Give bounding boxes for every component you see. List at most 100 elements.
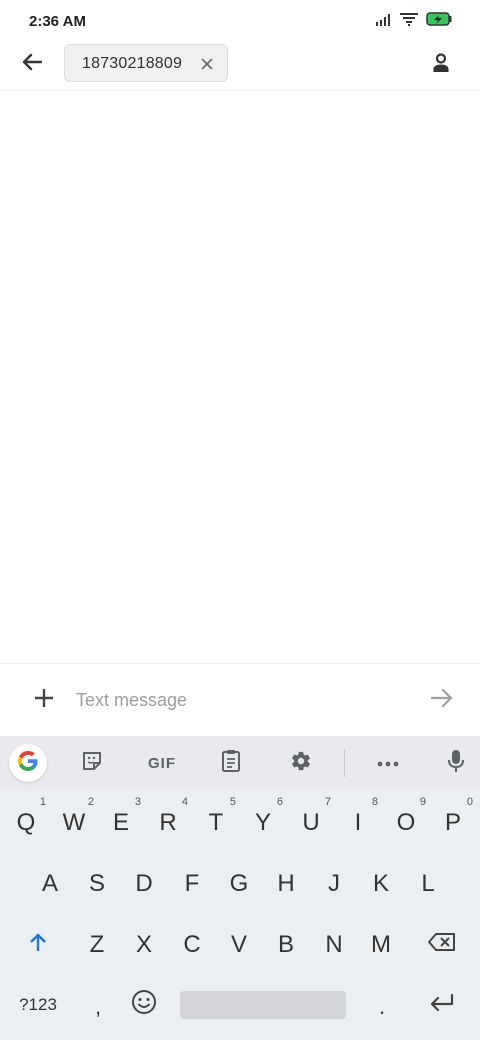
gear-icon	[290, 750, 312, 777]
gif-label: GIF	[148, 754, 176, 772]
sticker-button[interactable]	[74, 746, 110, 780]
key-i[interactable]: I8	[334, 796, 382, 848]
symbols-key[interactable]: ?123	[8, 980, 68, 1030]
person-icon	[432, 52, 450, 78]
key-a[interactable]: A	[26, 859, 74, 909]
key-d[interactable]: D	[120, 859, 168, 909]
key-label: X	[135, 931, 152, 958]
key-hint: 7	[324, 796, 331, 808]
key-x[interactable]: X	[120, 920, 168, 970]
space-key[interactable]	[180, 991, 346, 1019]
key-p[interactable]: P0	[429, 796, 477, 848]
toolbar-separator	[344, 749, 345, 777]
clipboard-icon	[221, 749, 241, 778]
key-n[interactable]: N	[310, 920, 358, 970]
message-thread[interactable]	[0, 91, 480, 663]
key-q[interactable]: Q1	[2, 796, 50, 848]
key-h[interactable]: H	[262, 859, 310, 909]
clipboard-button[interactable]	[213, 746, 249, 780]
key-o[interactable]: O9	[382, 796, 430, 848]
key-k[interactable]: K	[357, 859, 405, 909]
contact-button[interactable]	[426, 50, 456, 80]
key-label: H	[277, 870, 295, 897]
key-label: V	[230, 931, 247, 958]
key-hint: 6	[276, 796, 283, 808]
key-label: B	[277, 931, 294, 958]
message-input[interactable]	[76, 686, 396, 714]
key-label: E	[112, 809, 129, 836]
key-r[interactable]: R4	[144, 796, 192, 848]
key-s[interactable]: S	[73, 859, 121, 909]
key-label: M	[371, 931, 391, 958]
key-f[interactable]: F	[168, 859, 216, 909]
emoji-icon	[131, 989, 157, 1022]
close-icon[interactable]	[197, 54, 217, 74]
status-icons	[376, 12, 452, 31]
key-label: C	[183, 931, 201, 958]
key-label: T	[208, 809, 224, 836]
emoji-key[interactable]	[120, 980, 168, 1030]
key-w[interactable]: W2	[50, 796, 98, 848]
conversation-header: 18730218809	[0, 42, 480, 90]
key-label: Q	[16, 809, 36, 836]
key-hint: 8	[371, 796, 378, 808]
shift-icon	[28, 931, 48, 959]
key-label: S	[88, 870, 105, 897]
key-label: ,	[94, 994, 102, 1019]
key-e[interactable]: E3	[97, 796, 145, 848]
key-label: Y	[254, 809, 271, 836]
sticker-icon	[81, 750, 103, 777]
more-icon	[377, 754, 399, 772]
key-hint: 0	[466, 796, 473, 808]
key-label: .	[378, 994, 386, 1019]
key-label: L	[421, 870, 435, 897]
key-c[interactable]: C	[168, 920, 216, 970]
period-key[interactable]: .	[358, 982, 406, 1032]
comma-key[interactable]: ,	[74, 982, 122, 1032]
key-t[interactable]: T5	[192, 796, 240, 848]
key-label: O	[396, 809, 416, 836]
gif-button[interactable]: GIF	[142, 746, 182, 780]
send-button[interactable]	[426, 684, 458, 716]
backspace-key[interactable]	[416, 920, 468, 970]
key-v[interactable]: V	[215, 920, 263, 970]
wifi-icon	[400, 12, 418, 31]
key-j[interactable]: J	[310, 859, 358, 909]
key-u[interactable]: U7	[287, 796, 335, 848]
key-y[interactable]: Y6	[239, 796, 287, 848]
google-button[interactable]	[9, 744, 47, 782]
key-label: J	[328, 870, 340, 897]
key-label: W	[62, 809, 86, 836]
settings-button[interactable]	[283, 746, 319, 780]
key-l[interactable]: L	[404, 859, 452, 909]
recipient-number: 18730218809	[82, 55, 183, 72]
recipient-chip[interactable]: 18730218809	[64, 44, 228, 82]
key-b[interactable]: B	[262, 920, 310, 970]
enter-key[interactable]	[416, 980, 468, 1030]
key-hint: 1	[39, 796, 46, 808]
voice-input-button[interactable]	[438, 746, 474, 780]
shift-key[interactable]	[14, 920, 62, 970]
key-label: D	[135, 870, 153, 897]
key-hint: 3	[134, 796, 141, 808]
more-button[interactable]	[370, 746, 406, 780]
key-hint: 4	[181, 796, 188, 808]
key-label: P	[444, 809, 461, 836]
key-g[interactable]: G	[215, 859, 263, 909]
keyboard: GIF Q1 W2 E3 R4 T5 Y6 U7 I8 O9 P 0 A S D…	[0, 736, 480, 1040]
enter-icon	[429, 991, 455, 1019]
key-z[interactable]: Z	[73, 920, 121, 970]
key-label: K	[372, 870, 389, 897]
status-time: 2:36 AM	[29, 13, 86, 30]
key-hint: 9	[419, 796, 426, 808]
signal-icon	[376, 13, 392, 31]
key-label: A	[41, 870, 58, 897]
key-m[interactable]: M	[357, 920, 405, 970]
key-label: R	[159, 809, 177, 836]
back-button[interactable]	[16, 48, 48, 80]
key-label: U	[302, 809, 320, 836]
key-label: Z	[89, 931, 105, 958]
add-attachment-button[interactable]	[28, 684, 60, 716]
key-hint: 2	[87, 796, 94, 808]
backspace-icon	[428, 931, 456, 959]
